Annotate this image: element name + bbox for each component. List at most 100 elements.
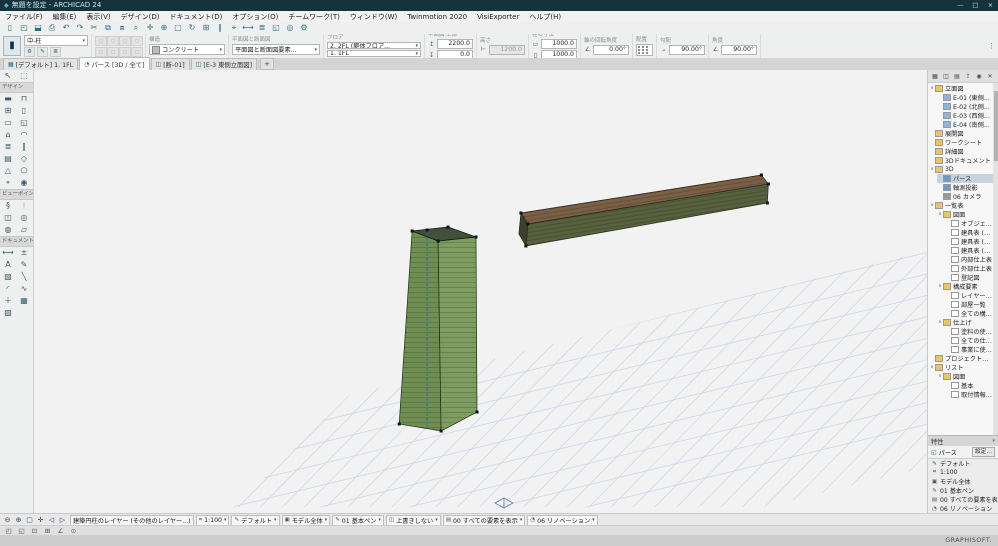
slab-tool[interactable]: ◱ [16, 117, 32, 129]
top-floor-select[interactable]: 2. 2FL (躯体フロア... [327, 42, 421, 49]
view-settings-button[interactable]: 設定... [972, 447, 995, 457]
curtain-wall-tool[interactable]: ▤ [0, 153, 16, 165]
collapse-icon[interactable]: ▾ [992, 438, 995, 444]
tree-row[interactable]: 全ての構成要素一覧 [945, 309, 993, 318]
close-icon[interactable]: ✕ [985, 72, 995, 81]
layer-quick-combo[interactable]: 建築円柱のレイヤー (その他のレイヤー...) [70, 515, 194, 526]
tree-row[interactable]: 詳細図 [929, 147, 993, 156]
prop-renovation-filter[interactable]: ◔ 06 リノベーション [928, 504, 998, 513]
building-material-select[interactable]: コンクリート [149, 44, 225, 55]
tree-row[interactable]: ワークシート [929, 138, 993, 147]
floor-plan-display-select[interactable]: 平面図と断面図要素... [232, 44, 320, 55]
redo-icon[interactable]: ↷ [73, 22, 87, 34]
new-tab-button[interactable]: + [260, 58, 274, 70]
arrow-tool[interactable]: ↖ [0, 70, 16, 82]
pan-icon[interactable]: ✛ [143, 22, 157, 34]
prop-default[interactable]: ✎ デフォルト [928, 459, 998, 468]
new-file-icon[interactable]: ▯ [3, 22, 17, 34]
navigator-scrollbar[interactable] [993, 83, 998, 435]
tree-row[interactable]: 部屋一覧 [945, 300, 993, 309]
tree-row[interactable]: 塗料の使用量 [945, 327, 993, 336]
tree-row[interactable]: 登記図 [945, 273, 993, 282]
orbit-icon[interactable]: ↻ [185, 22, 199, 34]
geometry-method-button[interactable]: ◻ [95, 36, 107, 46]
zoom-out-icon[interactable]: ⊖ [2, 516, 13, 524]
drawing-tool[interactable]: ▧ [0, 307, 16, 319]
grid-snap-icon[interactable]: ⊞ [199, 22, 213, 34]
view-map-icon[interactable]: ◫ [941, 72, 951, 81]
slope-field[interactable]: 90.00° [669, 45, 705, 55]
next-view-icon[interactable]: ▷ [57, 516, 68, 524]
tree-row[interactable]: E-04 (南側再構築用) [937, 120, 993, 129]
copy-icon[interactable]: ⧉ [101, 22, 115, 34]
anchor-point-selector[interactable] [636, 44, 653, 56]
menu-item[interactable]: ファイル(F) [0, 12, 48, 22]
view-tab[interactable]: ◫ [断-01] [151, 58, 190, 70]
3d-view-icon[interactable]: ◱ [269, 22, 283, 34]
pen-set-combo[interactable]: ✎ 01 基本ペン [332, 515, 384, 526]
tree-row[interactable]: 建具表 (窓)一覧 [945, 237, 993, 246]
prop-layer-combination[interactable]: ▤ 00 すべての要素を表示 [928, 495, 998, 504]
default-combo[interactable]: ✎ デフォルト [231, 515, 279, 526]
railing-tool[interactable]: ∥ [16, 141, 32, 153]
view-tab[interactable]: ▦ [デフォルト] 1. 1FL [3, 58, 78, 70]
paste-icon[interactable]: ⧈ [115, 22, 129, 34]
cut-icon[interactable]: ✂ [87, 22, 101, 34]
layers-icon[interactable]: ≣ [255, 22, 269, 34]
zoom-icon[interactable]: ⊕ [157, 22, 171, 34]
figure-tool[interactable]: ▦ [16, 295, 32, 307]
arc-tool[interactable]: ◜ [0, 283, 16, 295]
geometry-method-button[interactable]: ◻ [95, 47, 107, 57]
prop-scale[interactable]: ⌗ 1:100 [928, 468, 998, 477]
layout-book-icon[interactable]: ▤ [952, 72, 962, 81]
tree-row[interactable]: ∨ 構成要素 [937, 282, 993, 291]
prop-pen-set[interactable]: ✎ 01 基本ペン [928, 486, 998, 495]
tree-row[interactable]: E-02 (北側再構築用) [937, 102, 993, 111]
search-icon[interactable]: ⌕ [129, 22, 143, 34]
tree-row[interactable]: 06 カメラ [937, 192, 993, 201]
favorites-select[interactable]: 中-柱 [24, 35, 88, 46]
view-tab[interactable]: ◔ パース [3D / 全て] [79, 57, 149, 70]
infobox-overflow-button[interactable]: ⋮ [985, 42, 998, 50]
menu-item[interactable]: 編集(E) [48, 12, 82, 22]
project-map-icon[interactable]: ▦ [930, 72, 940, 81]
tree-row[interactable]: パース [937, 174, 993, 183]
scrollbar-thumb[interactable] [994, 91, 998, 161]
dim-a-field[interactable]: 1000.0 [541, 39, 577, 49]
tree-row[interactable]: E-03 (西側再構築用) [937, 111, 993, 120]
tree-row[interactable]: 軸測投影 [937, 183, 993, 192]
fit-view-icon[interactable]: ▢ [24, 516, 35, 524]
3d-viewport[interactable] [34, 70, 927, 513]
tree-row[interactable]: 展開図 [929, 129, 993, 138]
tree-row[interactable]: E-01 (東側再構築用) [937, 93, 993, 102]
morph-tool[interactable]: ◇ [16, 153, 32, 165]
3d-scene[interactable] [34, 70, 927, 513]
guide-lines-icon[interactable]: ∥ [213, 22, 227, 34]
angle-field[interactable]: 90.00° [721, 45, 757, 55]
mesh-tool[interactable]: △ [0, 165, 16, 177]
tree-row[interactable]: オブジェクトリスト [945, 219, 993, 228]
column-tool[interactable]: ▯ [16, 105, 32, 117]
interior-elevation-tool[interactable]: ◫ [0, 212, 16, 224]
window-tool[interactable]: ⊞ [0, 105, 16, 117]
section-tool[interactable]: § [0, 200, 16, 212]
line-tool[interactable]: ╲ [16, 271, 32, 283]
renovation-combo[interactable]: ◔ 06 リノベーション [527, 515, 597, 526]
tree-row[interactable]: ∨ 仕上げ [937, 318, 993, 327]
camera-tool[interactable]: ◎ [16, 212, 32, 224]
menu-item[interactable]: 表示(V) [81, 12, 115, 22]
tree-row[interactable]: ∨ 一覧表 [929, 201, 993, 210]
tree-row[interactable]: 全ての仕上げ [945, 336, 993, 345]
layer-combination-combo[interactable]: ▤ 00 すべての要素を表示 [443, 515, 526, 526]
fit-view-icon[interactable]: ▢ [171, 22, 185, 34]
label-tool[interactable]: ✎ [16, 259, 32, 271]
column-tool-preview-icon[interactable]: ▮ [3, 36, 21, 56]
text-tool[interactable]: A [0, 259, 16, 271]
tree-row[interactable]: 基本 [945, 381, 993, 390]
detail-tool[interactable]: ◍ [0, 224, 16, 236]
door-tool[interactable]: ⊓ [16, 93, 32, 105]
menu-item[interactable]: ドキュメント(D) [165, 12, 228, 22]
home-floor-select[interactable]: 1. 1FL [327, 50, 421, 57]
tree-row[interactable]: プロジェクトインデックス [929, 354, 993, 363]
tree-row[interactable]: 3Dドキュメント [929, 156, 993, 165]
